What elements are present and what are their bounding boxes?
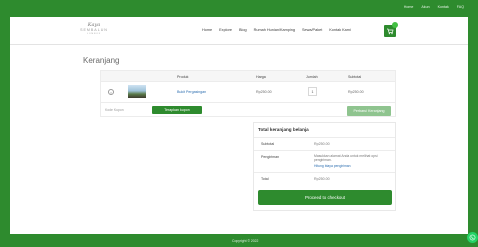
nav-blog[interactable]: Blog <box>239 28 247 32</box>
total-label: Total <box>261 177 269 181</box>
logo-sub: LOMBOK <box>86 33 102 35</box>
update-cart-button[interactable]: Perbarui Keranjang <box>347 106 391 116</box>
divider <box>254 172 395 173</box>
top-link-faq[interactable]: FAQ <box>457 5 464 9</box>
page-title: Keranjang <box>83 56 120 65</box>
cart-totals: Total keranjang belanja Subtotal Rp250.0… <box>253 122 396 211</box>
nav-rental[interactable]: Sewa/Paket <box>302 28 322 32</box>
nav-explore[interactable]: Explore <box>219 28 232 32</box>
coupon-input[interactable]: Kode Kupon <box>105 106 145 114</box>
apply-coupon-button[interactable]: Terapkan kupon <box>152 106 202 114</box>
site-logo[interactable]: Kaya SEMBALUN LOMBOK <box>74 22 114 38</box>
cart-actions: Kode Kupon Terapkan kupon Perbarui Keran… <box>100 103 396 117</box>
nav-lodging[interactable]: Rumah Hunian/Kamping <box>254 28 295 32</box>
shipping-note: Masukkan alamat Anda untuk melihat opsi … <box>314 154 378 163</box>
subtotal-label: Subtotal <box>261 142 275 146</box>
table-header: Produk Harga Jumlah Subtotal <box>100 70 396 82</box>
main-nav: Home Explore Blog Rumah Hunian/Kamping S… <box>202 28 351 32</box>
right-frame <box>468 0 478 247</box>
top-link-home[interactable]: Home <box>404 5 414 9</box>
divider <box>254 150 395 151</box>
subtotal-value: Rp250.00 <box>314 142 330 146</box>
shipping-label: Pengiriman <box>261 155 280 159</box>
copyright-text: Copyright © 2022 <box>232 239 259 243</box>
whatsapp-icon[interactable] <box>467 232 478 243</box>
site-header: Kaya SEMBALUN LOMBOK Home Explore Blog R… <box>10 17 468 45</box>
column-header-subtotal: Subtotal <box>348 75 362 79</box>
divider <box>254 137 395 138</box>
product-link[interactable]: Bukit Pergasingan <box>177 90 206 94</box>
column-header-product: Produk <box>177 75 189 79</box>
site-footer: Copyright © 2022 <box>0 234 478 247</box>
totals-title: Total keranjang belanja <box>258 127 309 132</box>
quantity-input[interactable]: 1 <box>308 87 317 96</box>
proceed-to-checkout-button[interactable]: Proceed to checkout <box>258 190 392 205</box>
cart-count-badge <box>392 22 398 28</box>
remove-item-icon[interactable]: × <box>108 89 114 95</box>
top-bar: Home Akun Kontak FAQ <box>0 0 478 17</box>
nav-contact[interactable]: Kontak Kami <box>329 28 351 32</box>
top-link-contact[interactable]: Kontak <box>438 5 449 9</box>
product-thumbnail[interactable] <box>128 85 146 98</box>
product-subtotal: Rp250.00 <box>348 90 364 94</box>
top-link-account[interactable]: Akun <box>421 5 429 9</box>
table-row: × Bukit Pergasingan Rp250.00 1 Rp250.00 <box>100 82 396 103</box>
nav-home[interactable]: Home <box>202 28 212 32</box>
top-links: Home Akun Kontak FAQ <box>404 5 464 9</box>
column-header-quantity: Jumlah <box>306 75 318 79</box>
total-value: Rp250.00 <box>314 177 330 181</box>
product-price: Rp250.00 <box>256 90 272 94</box>
left-frame <box>0 0 10 247</box>
column-header-price: Harga <box>256 75 266 79</box>
calculate-shipping-link[interactable]: Hitung biaya pengiriman <box>314 164 351 168</box>
